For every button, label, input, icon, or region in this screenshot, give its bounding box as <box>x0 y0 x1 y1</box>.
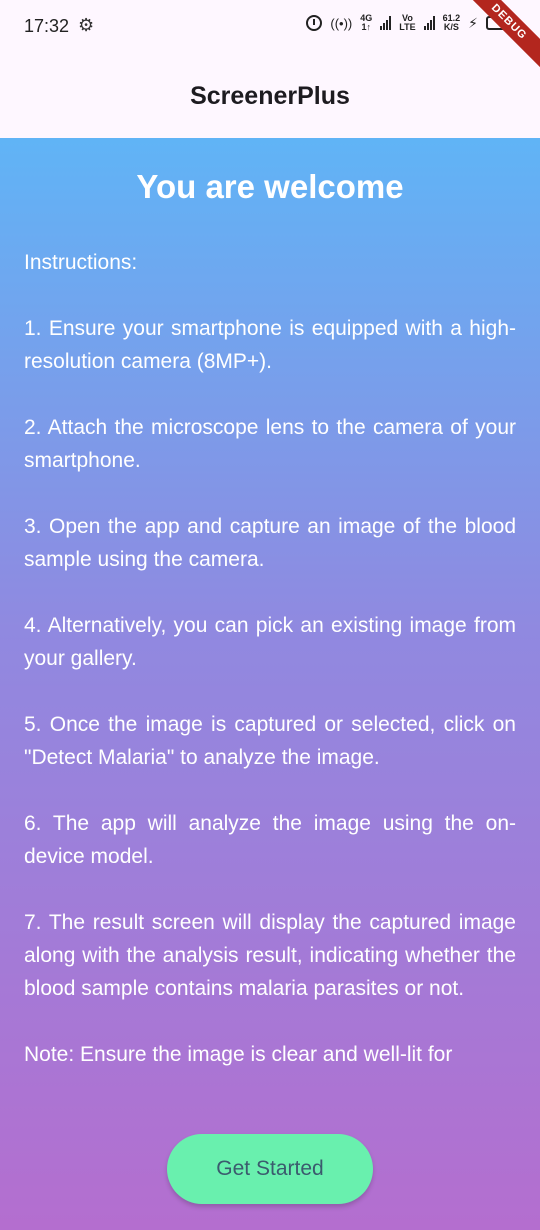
signal-strength-icon-2 <box>423 16 435 30</box>
app-bar: ScreenerPlus <box>0 56 540 138</box>
alarm-icon <box>306 15 323 31</box>
settings-gear-icon: ⚙ <box>78 15 95 35</box>
instruction-step-1: 1. Ensure your smartphone is equipped wi… <box>24 317 516 373</box>
status-bar: 17:32 ⚙ ((•)) 4G 1↑ Vo LTE 61.2 K/S ⚡ <box>0 0 540 56</box>
instruction-step-2: 2. Attach the microscope lens to the cam… <box>24 416 516 472</box>
charging-bolt-icon: ⚡ <box>468 14 478 31</box>
app-screen: 17:32 ⚙ ((•)) 4G 1↑ Vo LTE 61.2 K/S ⚡ DE… <box>0 0 540 1230</box>
hotspot-icon: ((•)) <box>330 15 353 31</box>
volte-subtext: LTE <box>399 22 416 32</box>
instructions-text[interactable]: Instructions: 1. Ensure your smartphone … <box>24 246 516 1101</box>
signal-strength-icon <box>380 16 392 30</box>
instruction-note: Note: Ensure the image is clear and well… <box>24 1043 453 1066</box>
network-4g-label: 4G 1↑ <box>360 14 372 32</box>
instruction-step-3: 3. Open the app and capture an image of … <box>24 515 516 571</box>
get-started-button[interactable]: Get Started <box>167 1134 373 1204</box>
welcome-heading: You are welcome <box>136 168 404 205</box>
welcome-content: You are welcome Instructions: 1. Ensure … <box>0 138 540 1230</box>
status-indicators: ((•)) 4G 1↑ Vo LTE 61.2 K/S ⚡ <box>306 14 514 32</box>
network-speed: 61.2 K/S <box>443 14 461 32</box>
instruction-step-6: 6. The app will analyze the image using … <box>24 812 516 868</box>
instructions-label: Instructions: <box>24 251 138 274</box>
instruction-step-4: 4. Alternatively, you can pick an existi… <box>24 614 516 670</box>
instruction-step-5: 5. Once the image is captured or selecte… <box>24 713 516 769</box>
volte-label: Vo LTE <box>399 14 415 32</box>
app-title: ScreenerPlus <box>190 81 350 110</box>
network-speed-unit: K/S <box>443 22 459 32</box>
status-time: 17:32 <box>24 16 70 36</box>
network-4g-subtext: 1↑ <box>361 22 372 32</box>
instruction-step-7: 7. The result screen will display the ca… <box>24 911 516 1000</box>
